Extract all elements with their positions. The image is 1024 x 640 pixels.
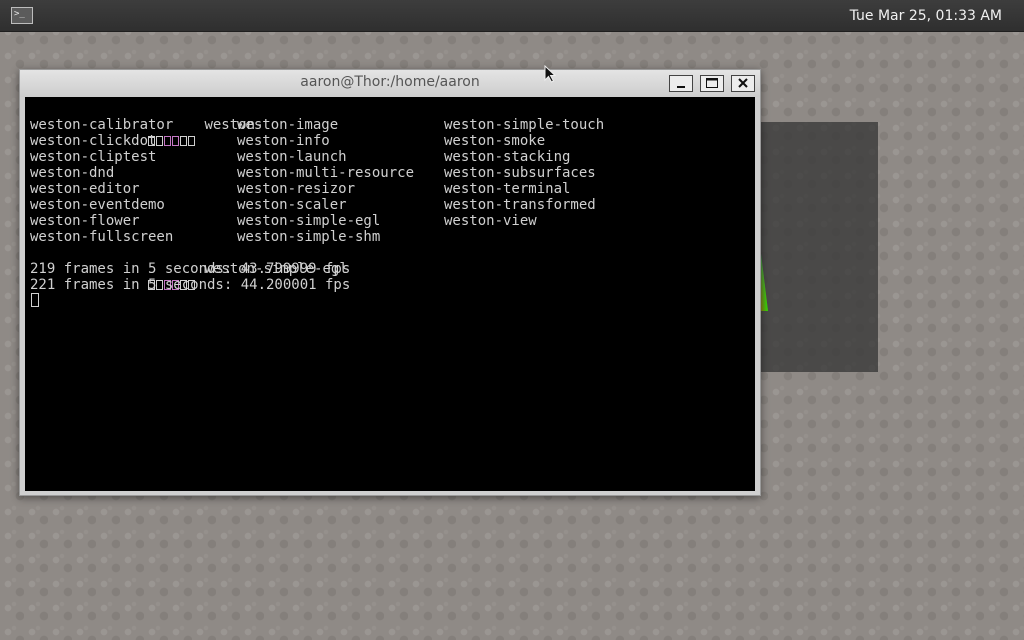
maximize-icon [706, 78, 718, 88]
completion-item: weston-smoke [444, 133, 546, 149]
output-line: 221 frames in 5 seconds: 44.200001 fps [30, 277, 351, 293]
completion-item: weston-flower [30, 213, 140, 229]
close-icon [738, 78, 748, 88]
window-title: aaron@Thor:/home/aaron [300, 74, 480, 90]
panel-clock: Tue Mar 25, 01:33 AM [849, 8, 1002, 24]
completion-item: weston-subsurfaces [444, 165, 596, 181]
minimize-button[interactable] [669, 75, 693, 92]
completion-item: weston-stacking [444, 149, 571, 165]
terminal-content[interactable]: weston- weston-calibrator weston-image w… [25, 97, 755, 491]
completion-item: weston-dnd [30, 165, 115, 181]
terminal-launcher-icon[interactable]: >_ [11, 7, 33, 24]
launcher-glyph: >_ [14, 9, 25, 19]
completion-item: weston-launch [237, 149, 347, 165]
output-line: 219 frames in 5 seconds: 43.799999 fps [30, 261, 351, 277]
prompt-line: weston-simple-egl [30, 245, 348, 290]
completion-item: weston-clickdot [30, 133, 157, 149]
completion-item: weston-multi-resource [237, 165, 415, 181]
simple-egl-surface[interactable] [753, 122, 878, 372]
completion-item: weston-image [237, 117, 339, 133]
completion-item: weston-resizor [237, 181, 356, 197]
completion-item: weston-view [444, 213, 537, 229]
window-titlebar[interactable]: aaron@Thor:/home/aaron [20, 70, 760, 97]
completion-item: weston-fullscreen [30, 229, 174, 245]
mouse-pointer-icon [544, 65, 556, 83]
completion-item: weston-scaler [237, 197, 347, 213]
completion-item: weston-editor [30, 181, 140, 197]
top-panel: >_ Tue Mar 25, 01:33 AM [0, 0, 1024, 32]
completion-item: weston-calibrator [30, 117, 174, 133]
completion-item: weston-transformed [444, 197, 596, 213]
terminal-cursor [31, 293, 39, 307]
completion-item: weston-simple-shm [237, 229, 381, 245]
completion-item: weston-simple-egl [237, 213, 381, 229]
completion-item: weston-cliptest [30, 149, 157, 165]
terminal-window[interactable]: aaron@Thor:/home/aaron weston- weston-ca… [19, 69, 761, 496]
completion-item: weston-terminal [444, 181, 571, 197]
completion-item: weston-simple-touch [444, 117, 605, 133]
minimize-icon [677, 86, 685, 88]
completion-item: weston-info [237, 133, 330, 149]
maximize-button[interactable] [700, 75, 724, 92]
prompt-line: weston- [30, 101, 263, 146]
close-button[interactable] [731, 75, 755, 92]
completion-item: weston-eventdemo [30, 197, 165, 213]
